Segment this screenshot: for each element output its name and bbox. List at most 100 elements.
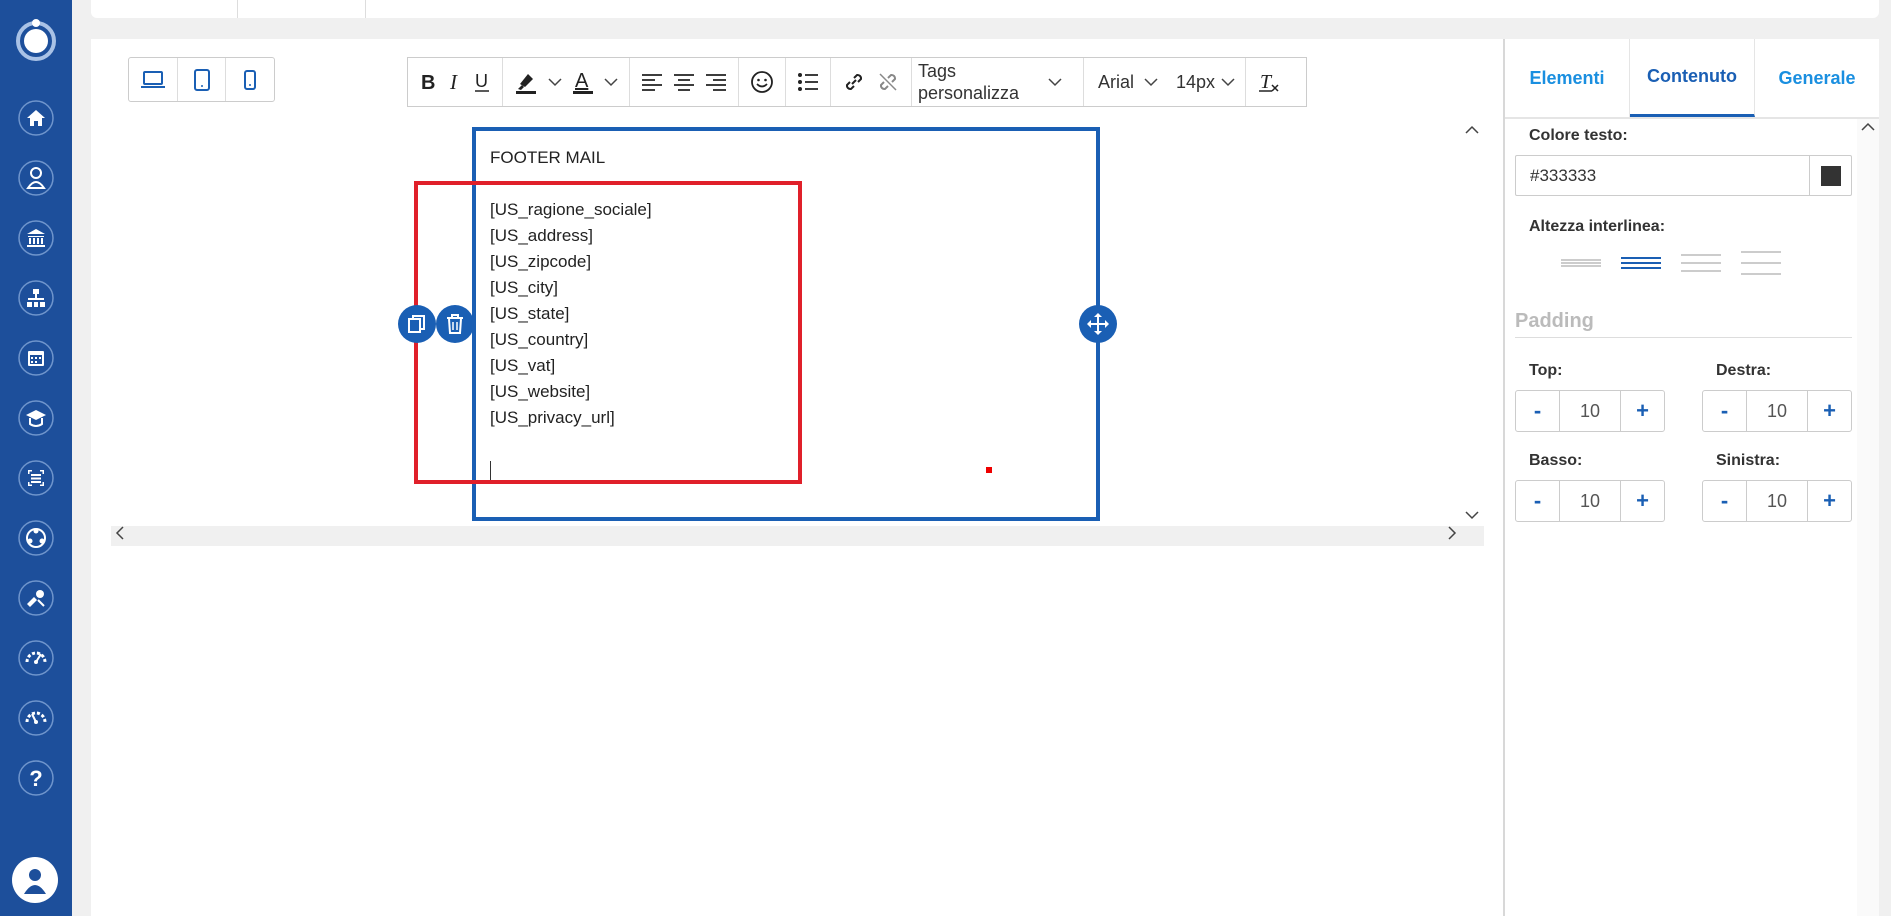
content-line: FOOTER MAIL	[490, 148, 606, 167]
bold-icon: B	[421, 72, 435, 92]
sidebar-item-calendar[interactable]	[18, 340, 54, 376]
insert-link-button[interactable]	[837, 58, 871, 106]
chevron-down-icon	[1465, 511, 1479, 520]
line-height-relaxed-icon[interactable]	[1681, 251, 1721, 275]
font-color-dropdown[interactable]	[599, 58, 623, 106]
sidebar-item-home[interactable]	[18, 100, 54, 136]
svg-text:T: T	[1260, 71, 1273, 93]
top-bar-segment[interactable]	[91, 0, 238, 18]
sidebar-item-help[interactable]: ?	[18, 760, 54, 796]
chevron-up-icon	[1465, 125, 1479, 134]
font-size-select[interactable]: 14px	[1176, 72, 1235, 93]
padding-bottom-decrement[interactable]: -	[1516, 481, 1559, 521]
padding-bottom-increment[interactable]: +	[1621, 481, 1664, 521]
horizontal-scrollbar[interactable]	[111, 526, 1484, 546]
link-group	[831, 58, 912, 106]
text-style-group: B I U	[408, 58, 503, 106]
italic-button[interactable]: I	[442, 58, 468, 106]
padding-top-value[interactable]: 10	[1559, 391, 1621, 431]
sidebar-item-users[interactable]	[18, 160, 54, 196]
sidebar-item-performance[interactable]	[18, 700, 54, 736]
list-scan-icon	[18, 460, 54, 496]
text-color-input[interactable]	[1516, 165, 1806, 186]
highlight-color-dropdown[interactable]	[543, 58, 567, 106]
tags-select[interactable]: Tags personalizza	[912, 58, 1084, 106]
scroll-up-arrow[interactable]	[1465, 122, 1479, 138]
color-swatch-fill	[1820, 165, 1841, 186]
bullet-list-button[interactable]	[792, 58, 824, 106]
svg-text:A: A	[575, 70, 589, 92]
delete-block-button[interactable]	[436, 305, 474, 343]
padding-left-decrement[interactable]: -	[1703, 481, 1746, 521]
scroll-left-arrow[interactable]	[115, 526, 125, 546]
bold-button[interactable]: B	[414, 58, 442, 106]
sidebar-item-training[interactable]	[18, 400, 54, 436]
text-content-block[interactable]: FOOTER MAIL [US_ragione_sociale] [US_add…	[472, 127, 1100, 521]
gauge-icon	[18, 640, 54, 676]
list-group	[786, 58, 831, 106]
padding-right-stepper: - 10 +	[1702, 390, 1852, 432]
padding-left-increment[interactable]: +	[1808, 481, 1851, 521]
sidebar-item-organization[interactable]	[18, 280, 54, 316]
move-arrows-icon	[1087, 313, 1109, 335]
color-picker-swatch[interactable]	[1809, 156, 1851, 195]
padding-right-label: Destra:	[1716, 362, 1772, 379]
move-block-handle[interactable]	[1079, 305, 1117, 343]
panel-scrollbar[interactable]	[1857, 119, 1879, 916]
chevron-down-icon	[1144, 78, 1158, 87]
content-line: [US_address]	[490, 226, 593, 245]
sidebar-item-bank[interactable]	[18, 220, 54, 256]
sidebar-item-dashboard[interactable]	[18, 640, 54, 676]
duplicate-block-button[interactable]	[398, 305, 436, 343]
align-left-button[interactable]	[636, 58, 668, 106]
color-group: A	[503, 58, 630, 106]
highlight-color-button[interactable]	[509, 58, 543, 106]
line-height-loose-icon[interactable]	[1741, 251, 1781, 275]
font-color-icon: A	[573, 70, 593, 94]
padding-top-decrement[interactable]: -	[1516, 391, 1559, 431]
app-sidebar: ?	[0, 0, 72, 916]
text-color-field[interactable]	[1515, 155, 1852, 196]
top-bar-segment[interactable]	[238, 0, 366, 18]
sidebar-item-network[interactable]	[18, 520, 54, 556]
tab-elementi[interactable]: Elementi	[1505, 39, 1630, 117]
mobile-view-button[interactable]	[226, 58, 274, 101]
remove-link-button[interactable]	[871, 58, 905, 106]
app-logo-icon[interactable]	[13, 16, 59, 62]
align-left-icon	[642, 74, 662, 91]
tab-generale[interactable]: Generale	[1755, 39, 1879, 117]
scroll-down-arrow[interactable]	[1465, 507, 1479, 523]
align-right-button[interactable]	[700, 58, 732, 106]
padding-left-value[interactable]: 10	[1746, 481, 1808, 521]
network-icon	[18, 520, 54, 556]
line-height-compact-icon[interactable]	[1561, 251, 1601, 275]
padding-right-decrement[interactable]: -	[1703, 391, 1746, 431]
font-color-button[interactable]: A	[567, 58, 599, 106]
user-avatar[interactable]	[12, 857, 58, 903]
sidebar-item-tools[interactable]	[18, 580, 54, 616]
padding-right-increment[interactable]: +	[1808, 391, 1851, 431]
font-family-select[interactable]: Arial	[1098, 72, 1158, 93]
panel-scroll-up-arrow[interactable]	[1861, 121, 1875, 135]
underline-button[interactable]: U	[468, 58, 496, 106]
line-height-normal-icon[interactable]	[1621, 251, 1661, 275]
clear-formatting-button[interactable]: T	[1252, 58, 1286, 106]
padding-top-increment[interactable]: +	[1621, 391, 1664, 431]
red-marker	[986, 467, 992, 473]
padding-section-title: Padding	[1515, 310, 1852, 338]
tab-contenuto[interactable]: Contenuto	[1630, 39, 1755, 117]
font-settings-group: Arial 14px	[1084, 58, 1247, 106]
chevron-right-icon	[1448, 526, 1457, 540]
scroll-right-arrow[interactable]	[1447, 526, 1457, 546]
padding-bottom-value[interactable]: 10	[1559, 481, 1621, 521]
align-center-icon	[674, 74, 694, 91]
font-size-value: 14px	[1176, 71, 1216, 92]
desktop-view-button[interactable]	[129, 58, 178, 101]
padding-right-value[interactable]: 10	[1746, 391, 1808, 431]
text-content[interactable]: FOOTER MAIL [US_ragione_sociale] [US_add…	[490, 145, 652, 431]
tags-select-label: Tags personalizza	[918, 61, 1020, 103]
emoji-button[interactable]	[745, 58, 779, 106]
tablet-view-button[interactable]	[178, 58, 227, 101]
sidebar-item-lists[interactable]	[18, 460, 54, 496]
align-center-button[interactable]	[668, 58, 700, 106]
